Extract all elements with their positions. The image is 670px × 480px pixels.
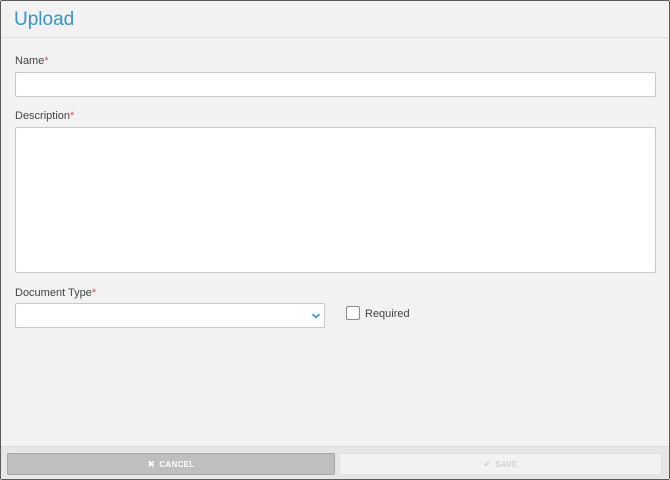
description-label: Description* <box>15 109 74 123</box>
dialog-header: Upload <box>1 1 669 38</box>
chevron-down-icon <box>312 313 320 319</box>
checkmark-icon: ✔ <box>483 458 492 469</box>
description-label-text: Description <box>15 110 71 122</box>
dialog-footer: ✖ CANCEL ✔ SAVE <box>1 446 669 479</box>
document-type-label-text: Document Type <box>15 287 92 299</box>
cancel-button[interactable]: ✖ CANCEL <box>7 453 335 475</box>
save-button[interactable]: ✔ SAVE <box>339 453 662 475</box>
document-type-select[interactable] <box>15 303 325 328</box>
name-required-mark: * <box>44 55 49 67</box>
name-label: Name* <box>15 54 49 68</box>
document-type-required-mark: * <box>91 287 97 299</box>
description-textarea[interactable] <box>15 127 656 273</box>
cancel-button-label: CANCEL <box>159 459 195 469</box>
save-button-label: SAVE <box>495 459 518 469</box>
description-required-mark: * <box>70 110 75 122</box>
name-input[interactable] <box>15 72 656 97</box>
document-type-label: Document Type* <box>15 286 96 300</box>
name-label-text: Name <box>15 55 45 67</box>
close-icon: ✖ <box>147 458 156 469</box>
required-checkbox-label: Required <box>365 308 410 320</box>
required-checkbox[interactable] <box>346 306 360 320</box>
dialog-title: Upload <box>14 9 75 30</box>
upload-dialog: Upload Name* Description* Document Type*… <box>0 0 670 480</box>
